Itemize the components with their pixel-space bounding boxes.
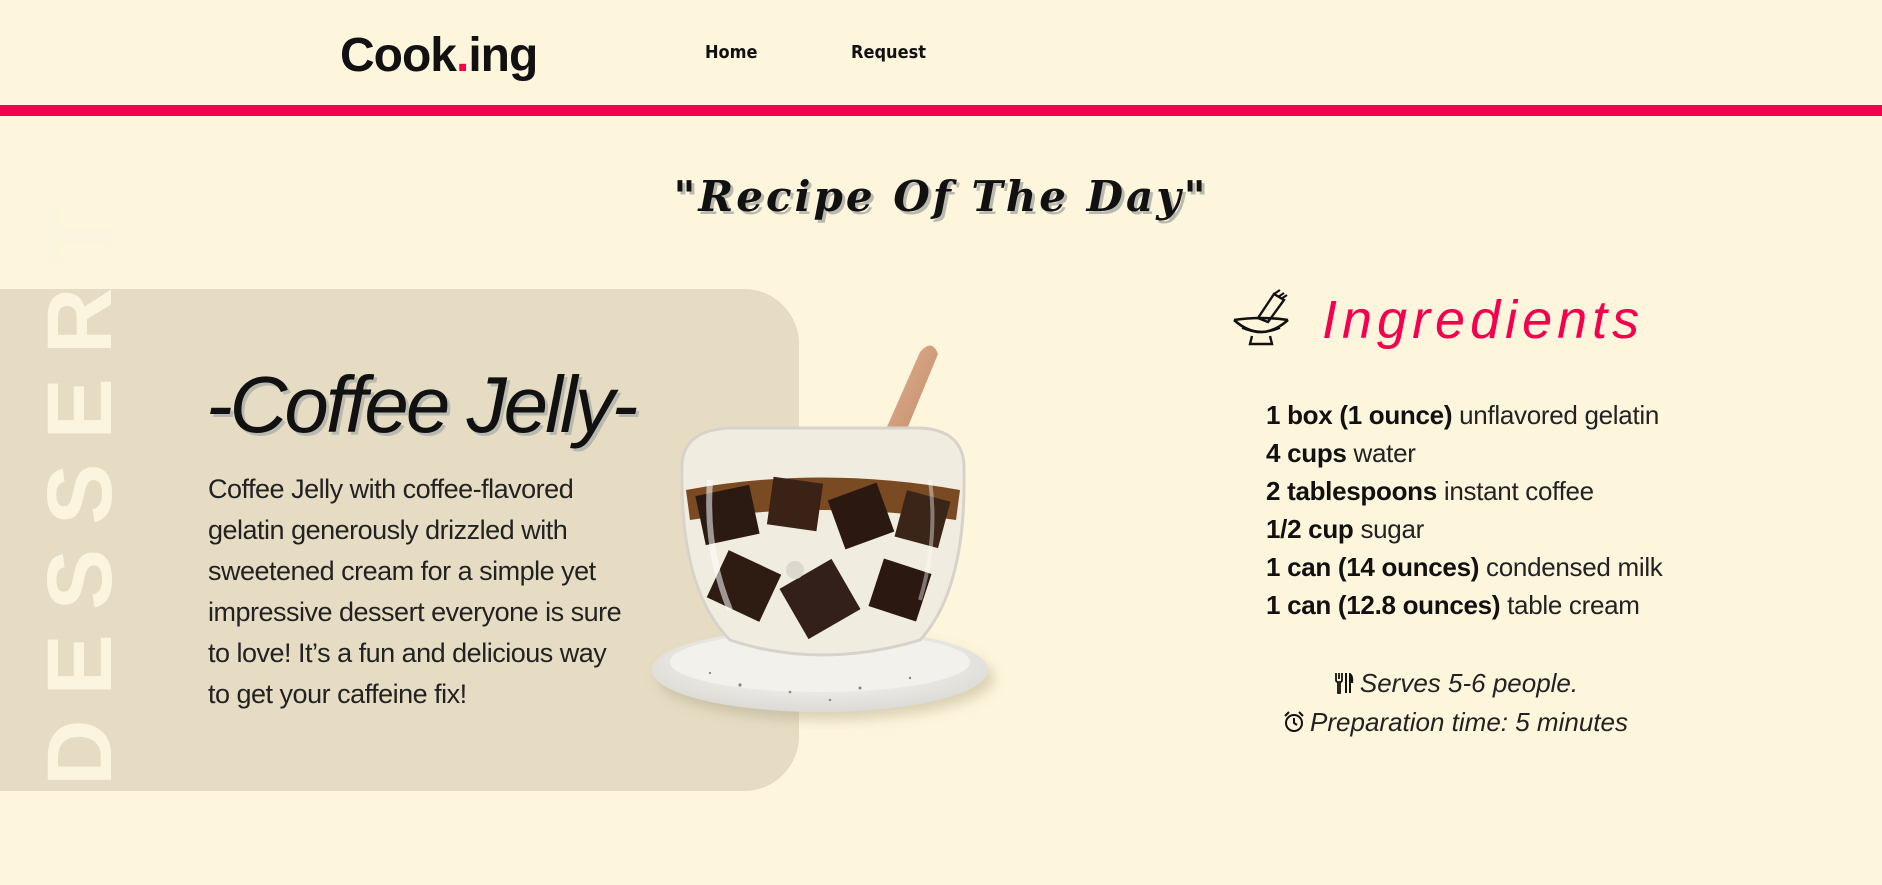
section-title: "Recipe Of The Day" <box>673 172 1209 221</box>
alarm-clock-icon <box>1284 711 1304 732</box>
ingredient-name: sugar <box>1360 514 1424 544</box>
ingredient-quantity: 2 tablespoons <box>1266 476 1437 506</box>
ingredient-quantity: 1 can (12.8 ounces) <box>1266 590 1501 620</box>
prep-time-text: Preparation time: 5 minutes <box>1310 707 1628 737</box>
prep-time-info: Preparation time: 5 minutes <box>1220 703 1690 741</box>
ingredients-title: Ingredients <box>1322 290 1645 350</box>
logo-text-part1: Cook <box>340 29 457 82</box>
dish-title: -Coffee Jelly- <box>206 360 638 449</box>
mixing-bowl-icon <box>1233 289 1289 346</box>
ingredients-list: 1 box (1 ounce) unflavored gelatin 4 cup… <box>1266 396 1663 624</box>
site-logo[interactable]: Cook.ing <box>340 28 538 84</box>
ingredient-quantity: 1 box (1 ounce) <box>1266 400 1453 430</box>
ingredient-quantity: 4 cups <box>1266 438 1347 468</box>
list-item: 1 box (1 ounce) unflavored gelatin <box>1266 396 1663 434</box>
serves-info: Serves 5-6 people. <box>1220 664 1690 702</box>
ingredient-quantity: 1 can (14 ounces) <box>1266 552 1480 582</box>
ingredient-quantity: 1/2 cup <box>1266 514 1354 544</box>
ingredient-name: unflavored gelatin <box>1459 400 1659 430</box>
ingredient-name: water <box>1353 438 1416 468</box>
coffee-jelly-image <box>652 345 988 712</box>
nav-home-link[interactable]: Home <box>705 42 758 63</box>
serves-text: Serves 5-6 people. <box>1359 668 1579 698</box>
dish-description: Coffee Jelly with coffee-flavored gelati… <box>208 474 622 709</box>
logo-text-part2: ing <box>468 29 538 82</box>
list-item: 2 tablespoons instant coffee <box>1266 472 1663 510</box>
utensils-icon <box>1334 673 1354 694</box>
site-header: Cook.ing Home Request <box>0 0 1882 105</box>
list-item: 1/2 cup sugar <box>1266 510 1663 548</box>
logo-dot: . <box>456 29 469 82</box>
header-accent-bar <box>0 105 1882 116</box>
ingredient-name: table cream <box>1507 590 1640 620</box>
list-item: 4 cups water <box>1266 434 1663 472</box>
nav-request-link[interactable]: Request <box>851 42 926 63</box>
list-item: 1 can (12.8 ounces) table cream <box>1266 586 1663 624</box>
ingredient-name: instant coffee <box>1443 476 1594 506</box>
ingredient-name: condensed milk <box>1486 552 1663 582</box>
list-item: 1 can (14 ounces) condensed milk <box>1266 548 1663 586</box>
category-label: DESSERT <box>29 183 131 786</box>
